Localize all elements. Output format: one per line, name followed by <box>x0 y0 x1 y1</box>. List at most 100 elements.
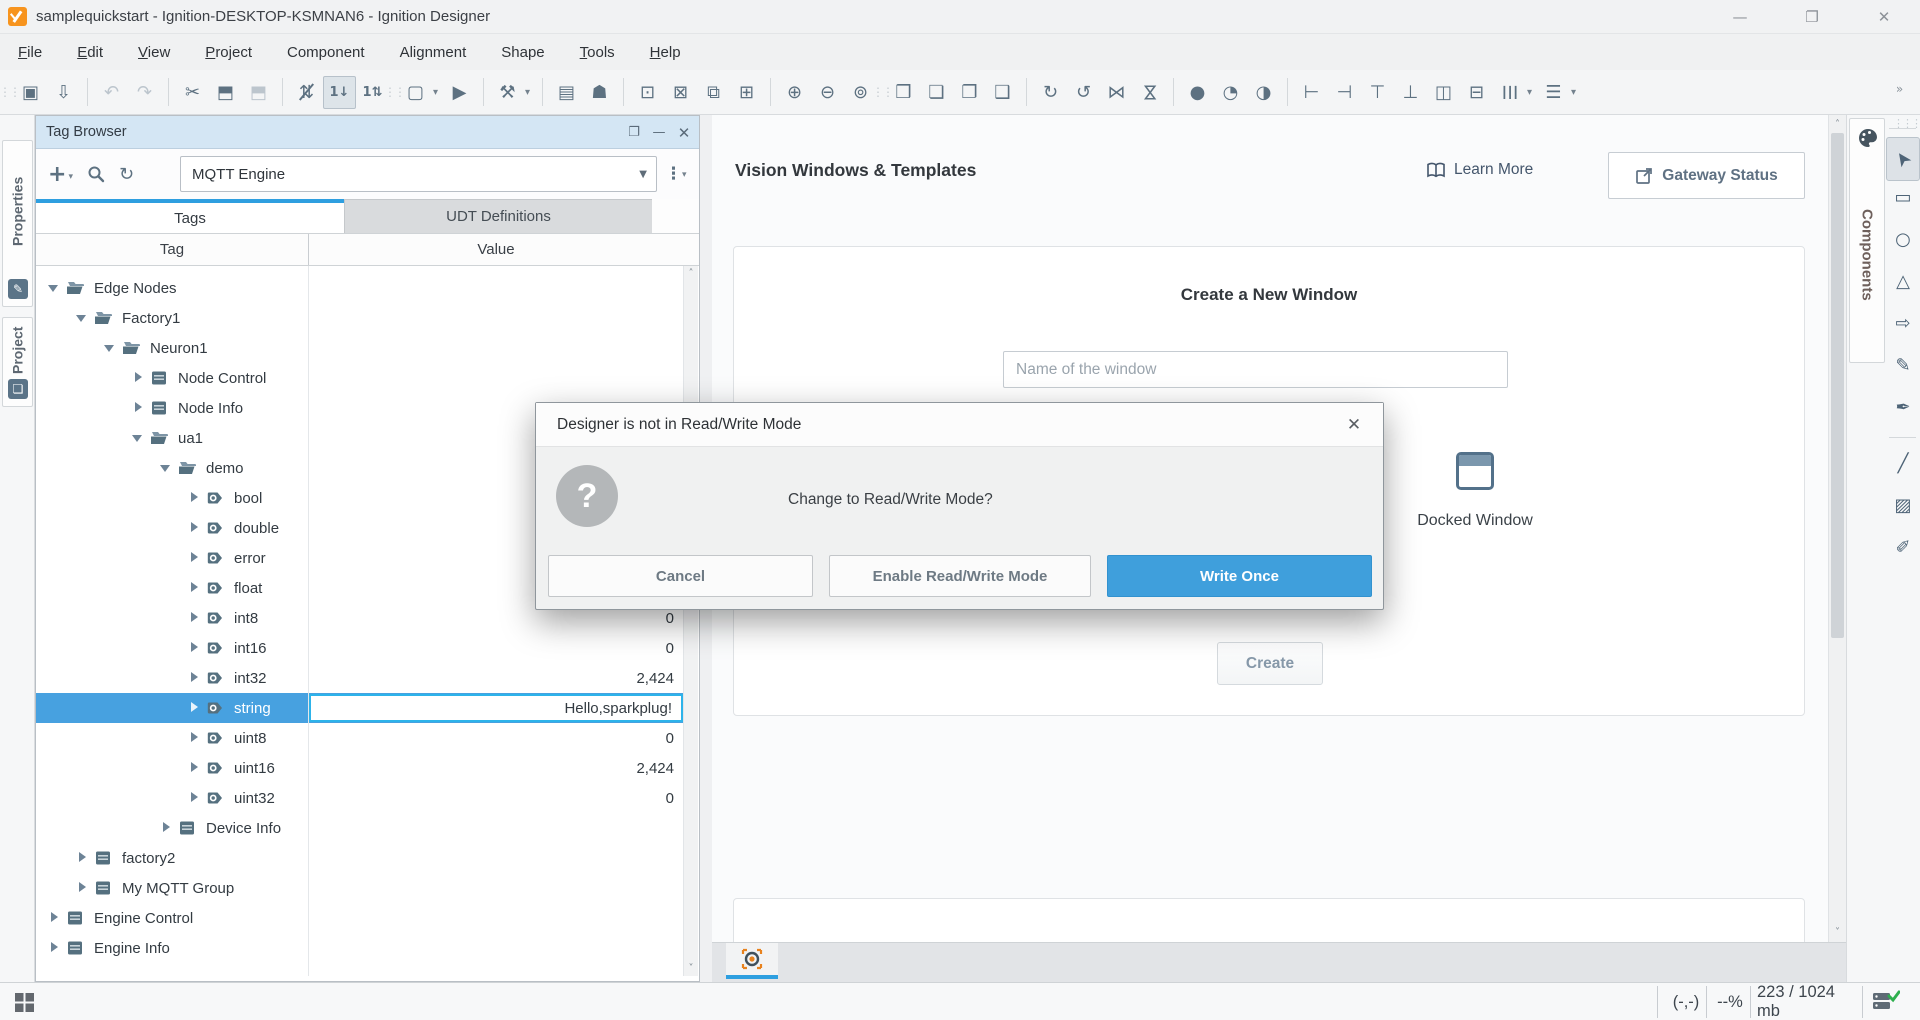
shape-intersect-icon[interactable]: ◑ <box>1247 76 1280 109</box>
expand-arrow-icon[interactable] <box>74 880 90 896</box>
rotate-cw-icon[interactable]: ↻ <box>1034 76 1067 109</box>
tree-row[interactable]: Factory1 <box>36 303 684 333</box>
menu-file[interactable]: File <box>4 37 56 68</box>
expand-arrow-icon[interactable] <box>186 550 202 566</box>
expand-arrow-icon[interactable] <box>186 730 202 746</box>
enable-readwrite-button[interactable]: Enable Read/Write Mode <box>829 555 1091 597</box>
tag-value-cell[interactable] <box>309 364 683 392</box>
save-icon[interactable]: ▣ <box>14 76 47 109</box>
rotate-ccw-icon[interactable]: ↺ <box>1067 76 1100 109</box>
center-vertical-icon[interactable]: ⊟ <box>1460 76 1493 109</box>
tag-provider-select[interactable]: MQTT Engine ▼ <box>180 156 657 192</box>
group-selection-icon[interactable]: ⧉ <box>697 76 730 109</box>
polygon-tool-icon[interactable]: △ <box>1886 263 1920 299</box>
align-bottom-icon[interactable]: ⊥ <box>1394 76 1427 109</box>
expand-arrow-icon[interactable] <box>186 760 202 776</box>
zoom-out-icon[interactable]: ⊖ <box>811 76 844 109</box>
tag-value-cell[interactable] <box>309 334 683 362</box>
pattern-tool-icon[interactable]: ▨ <box>1886 487 1920 523</box>
panel-close-icon[interactable]: ✕ <box>671 116 697 149</box>
dialog-close-icon[interactable]: ✕ <box>1339 403 1369 447</box>
tree-row[interactable]: Neuron1 <box>36 333 684 363</box>
write-once-button[interactable]: Write Once <box>1107 555 1372 597</box>
flip-horizontal-icon[interactable]: ⋈ <box>1100 76 1133 109</box>
script-icon[interactable]: ▤ <box>550 76 583 109</box>
tree-row[interactable]: uint16 2,424 <box>36 753 684 783</box>
shape-subtract-icon[interactable]: ◔ <box>1214 76 1247 109</box>
scroll-up-icon[interactable]: ˄ <box>1829 116 1846 133</box>
tree-row[interactable]: Engine Control <box>36 903 684 933</box>
zoom-in-icon[interactable]: ⊕ <box>778 76 811 109</box>
tag-value-cell[interactable] <box>309 304 683 332</box>
create-button[interactable]: Create <box>1217 642 1323 685</box>
tree-row[interactable]: uint8 0 <box>36 723 684 753</box>
window-grid-icon[interactable] <box>14 992 35 1018</box>
menu-view[interactable]: View <box>124 37 184 68</box>
expand-arrow-icon[interactable] <box>46 280 62 296</box>
add-tag-button[interactable]: + <box>48 162 66 187</box>
tag-value-cell[interactable] <box>309 814 683 842</box>
expand-arrow-icon[interactable] <box>46 940 62 956</box>
security-shield-icon[interactable]: ☗ <box>583 76 616 109</box>
preview-play-icon[interactable]: ▶ <box>443 76 476 109</box>
tag-value-cell[interactable]: 0 <box>309 784 683 812</box>
add-tag-caret-icon[interactable]: ▾ <box>68 172 73 182</box>
expand-arrow-icon[interactable] <box>186 580 202 596</box>
window-name-input[interactable] <box>1003 351 1508 388</box>
tab-tags[interactable]: Tags <box>36 199 344 233</box>
expand-arrow-icon[interactable] <box>186 520 202 536</box>
project-panel-tab[interactable]: Project ❏ <box>2 317 33 407</box>
menu-help[interactable]: Help <box>636 37 695 68</box>
paste-icon[interactable]: ⬒ <box>242 76 275 109</box>
cancel-button[interactable]: Cancel <box>548 555 813 597</box>
expand-arrow-icon[interactable] <box>186 670 202 686</box>
close-button[interactable]: ✕ <box>1848 0 1920 34</box>
tab-udt-definitions[interactable]: UDT Definitions <box>344 199 652 233</box>
send-to-back-icon[interactable]: ❏ <box>920 76 953 109</box>
paste-special-icon[interactable]: ⬒ <box>209 76 242 109</box>
tree-row[interactable]: Engine Info <box>36 933 684 963</box>
distribute-horizontal-caret-icon[interactable]: ▾ <box>1522 76 1537 109</box>
tag-value-cell[interactable]: 2,424 <box>309 664 683 692</box>
expand-arrow-icon[interactable] <box>130 370 146 386</box>
expand-arrow-icon[interactable] <box>186 700 202 716</box>
column-header-tag[interactable]: Tag <box>36 234 308 265</box>
menu-edit[interactable]: Edit <box>63 37 117 68</box>
tree-row[interactable]: int16 0 <box>36 633 684 663</box>
tree-row[interactable]: Device Info <box>36 813 684 843</box>
tag-value-cell[interactable]: 2,424 <box>309 754 683 782</box>
arrow-shape-tool-icon[interactable]: ⇨ <box>1886 305 1920 341</box>
comm-read-icon[interactable]: 1↓ <box>323 76 356 109</box>
tools-wrench-caret-icon[interactable]: ▾ <box>520 76 535 109</box>
pen-tool-icon[interactable]: ✒ <box>1886 389 1920 425</box>
panel-float-icon[interactable]: ❐ <box>621 116 647 149</box>
minimize-button[interactable]: — <box>1704 0 1776 34</box>
raise-layer-icon[interactable]: ❐ <box>953 76 986 109</box>
scroll-down-icon[interactable]: ˅ <box>684 961 698 976</box>
gateway-connection-icon[interactable] <box>1872 989 1900 1020</box>
tree-row[interactable]: string Hello,sparkplug! <box>36 693 684 723</box>
expand-arrow-icon[interactable] <box>46 910 62 926</box>
expand-arrow-icon[interactable] <box>186 790 202 806</box>
expand-arrow-icon[interactable] <box>130 400 146 416</box>
expand-arrow-icon[interactable] <box>186 490 202 506</box>
tree-row[interactable]: uint32 0 <box>36 783 684 813</box>
tag-browser-menu-icon[interactable]: ⋮ <box>665 164 683 184</box>
ellipse-tool-icon[interactable]: ○ <box>1886 221 1920 257</box>
pencil-tool-icon[interactable]: ✎ <box>1886 347 1920 383</box>
eyedropper-tool-icon[interactable]: ✐ <box>1886 529 1920 565</box>
resize-selection-icon[interactable]: ⊞ <box>730 76 763 109</box>
tree-row[interactable]: Edge Nodes <box>36 273 684 303</box>
expand-selection-icon[interactable]: ⊡ <box>631 76 664 109</box>
expand-arrow-icon[interactable] <box>186 640 202 656</box>
learn-more-link[interactable]: Learn More <box>1426 161 1533 179</box>
expand-arrow-icon[interactable] <box>102 340 118 356</box>
tag-value-cell[interactable] <box>309 844 683 872</box>
redo-icon[interactable]: ↷ <box>128 76 161 109</box>
getting-started-tab[interactable] <box>726 943 778 979</box>
comm-off-icon[interactable]: ⇅ <box>290 76 323 109</box>
scroll-down-icon[interactable]: ˅ <box>1829 924 1846 941</box>
export-icon[interactable]: ⇩ <box>47 76 80 109</box>
column-divider[interactable] <box>308 234 309 265</box>
docked-window-option[interactable]: Docked Window <box>1393 452 1557 530</box>
